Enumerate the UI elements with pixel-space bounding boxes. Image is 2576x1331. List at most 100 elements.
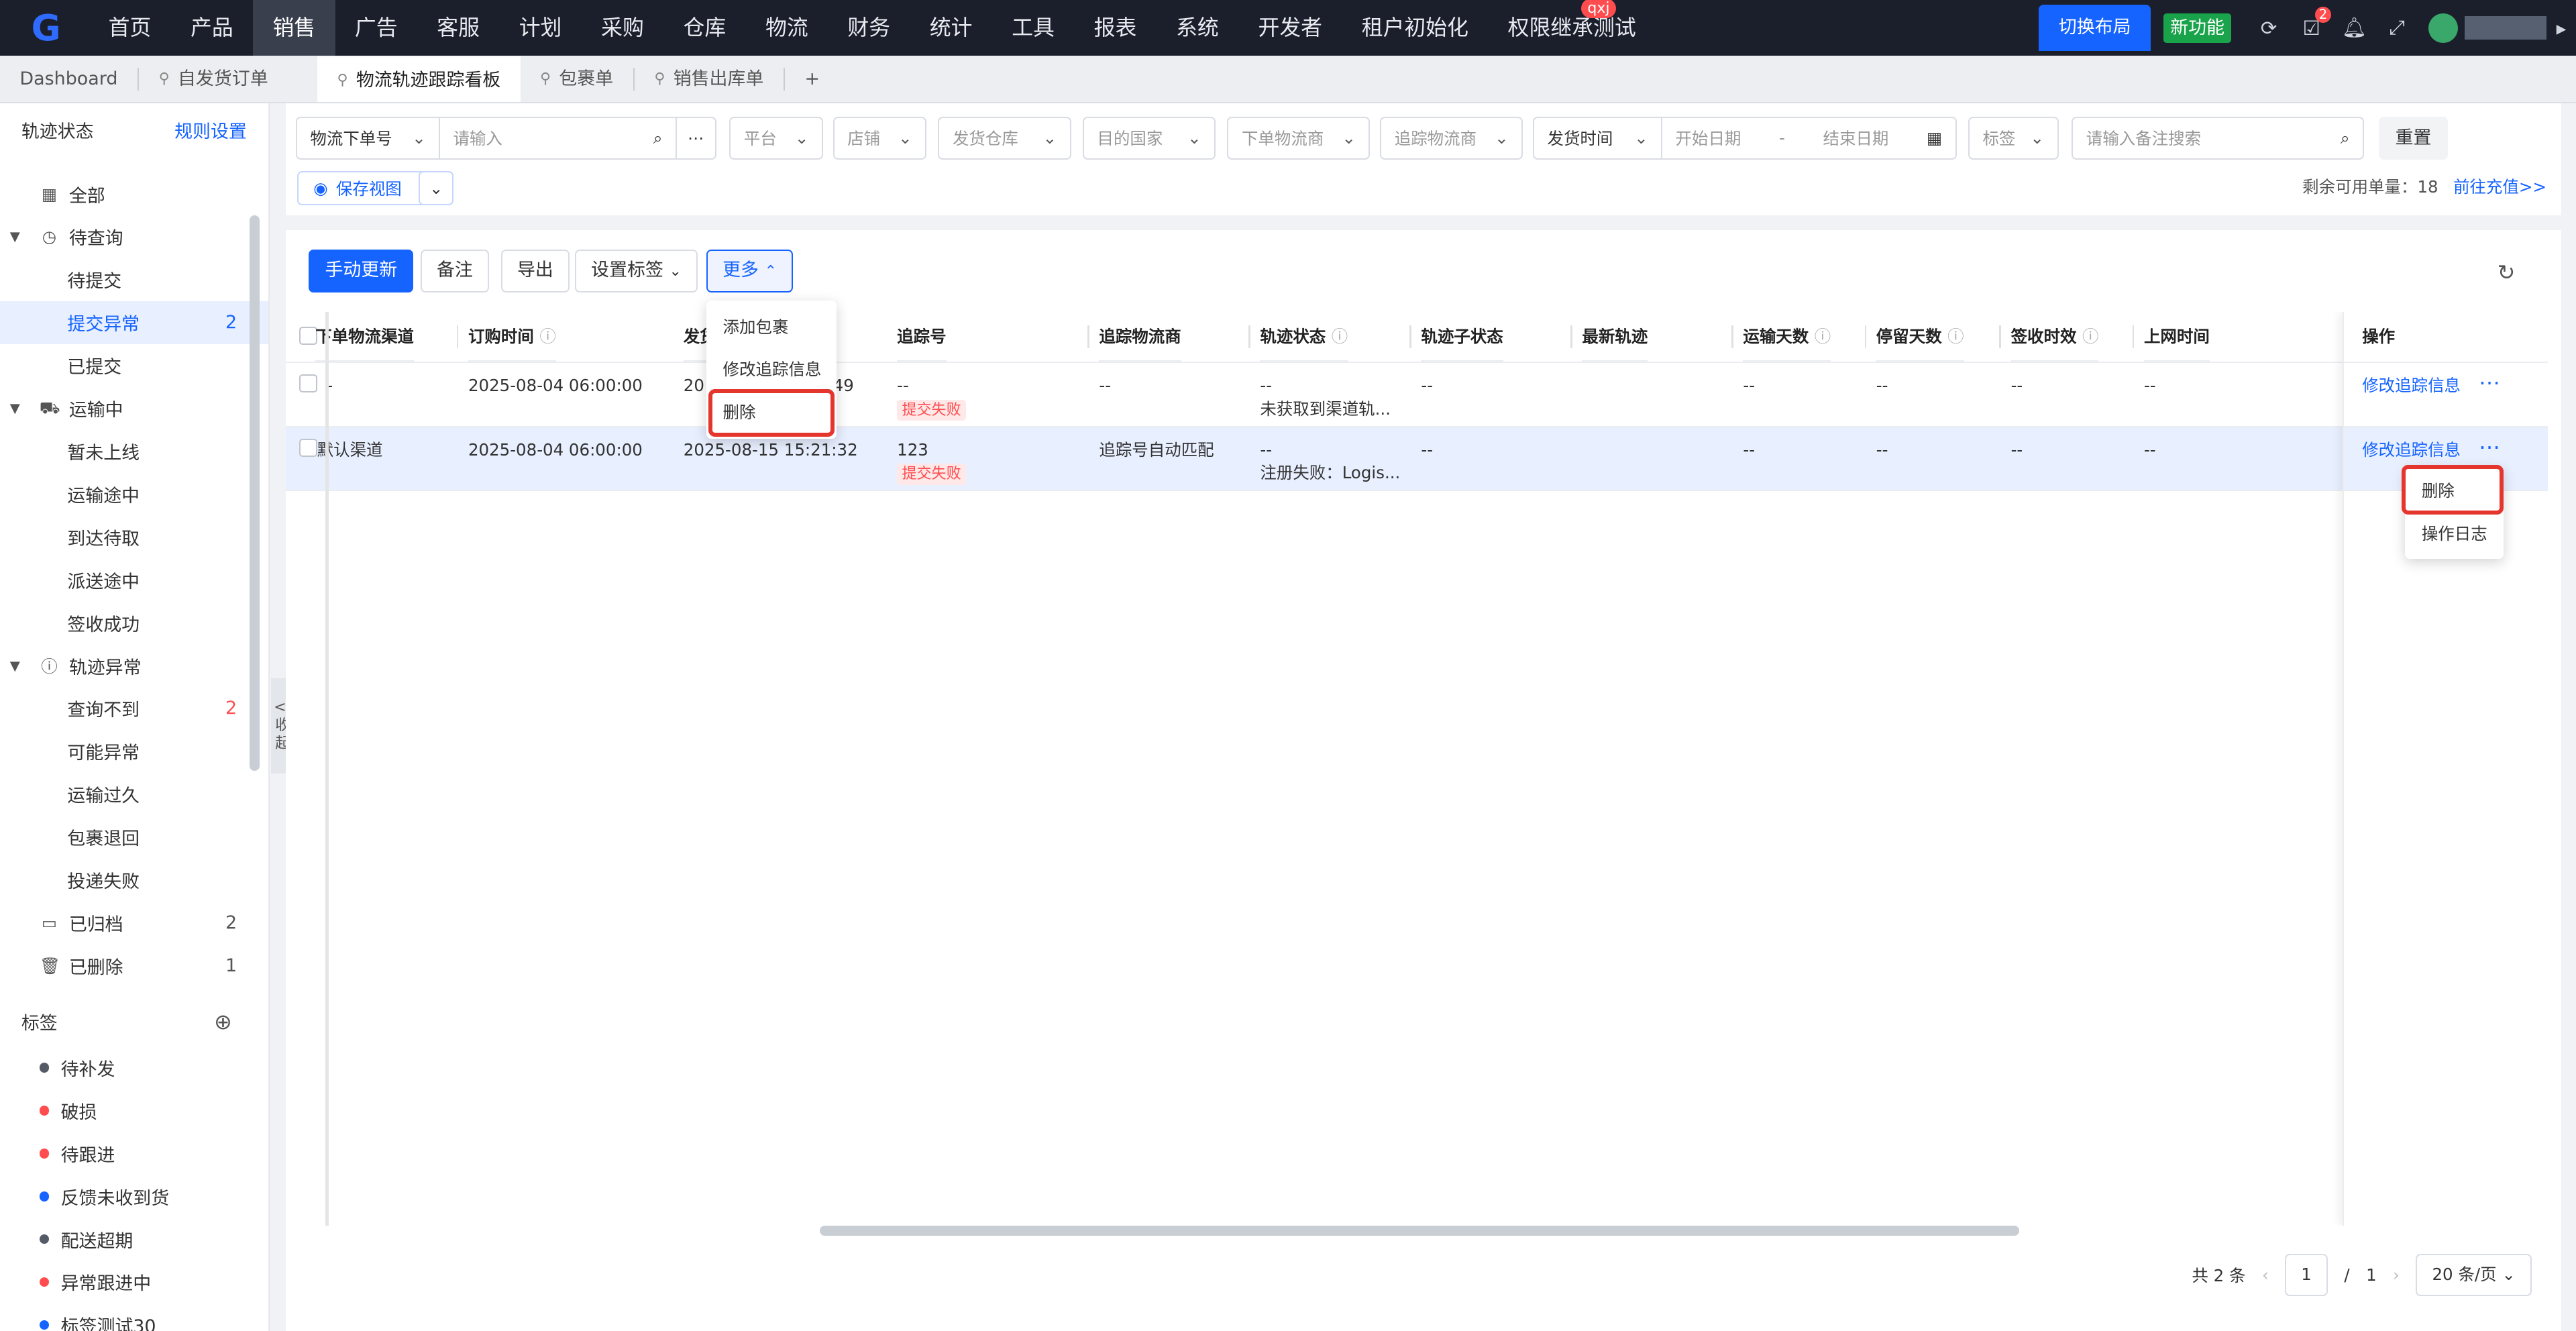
col-status[interactable]: 轨迹状态 ⓘ xyxy=(1260,312,1348,362)
time-type-select[interactable]: 发货时间 ⌄ xyxy=(1532,116,1663,160)
export-button[interactable]: 导出 xyxy=(500,250,570,292)
add-tag-icon[interactable]: ⊕ xyxy=(214,1009,232,1034)
menu-item-edit-tracking[interactable]: 修改追踪信息 xyxy=(706,348,836,391)
tag-item[interactable]: 配送超期 xyxy=(0,1218,268,1261)
nav-menu-item[interactable]: 产品 xyxy=(171,0,253,56)
task-icon[interactable]: ☑ 2 xyxy=(2290,0,2333,56)
sidebar-item[interactable]: 待提交 xyxy=(0,258,268,301)
nav-menu-item[interactable]: 计划 xyxy=(499,0,581,56)
more-actions-icon[interactable]: ⋯ xyxy=(2479,371,2500,394)
nav-menu-item[interactable]: 权限继承测试 qxj xyxy=(1488,0,1656,56)
sidebar-item[interactable]: 派送途中 xyxy=(0,558,268,601)
col-stay-days[interactable]: 停留天数 ⓘ xyxy=(1876,312,1964,362)
tracking-provider-select[interactable]: 追踪物流商 ⌄ xyxy=(1380,116,1523,160)
nav-menu-item[interactable]: 系统 xyxy=(1157,0,1238,56)
edit-tracking-link[interactable]: 修改追踪信息 xyxy=(2362,439,2461,462)
menu-item-add-package[interactable]: 添加包裹 xyxy=(706,306,836,349)
next-page-icon[interactable]: › xyxy=(2393,1265,2400,1285)
col-channel[interactable]: 下单物流渠道 xyxy=(315,312,415,362)
page-input[interactable]: 1 xyxy=(2285,1253,2328,1297)
tab-sales-outbound[interactable]: ⚲ 销售出库单 xyxy=(635,56,784,103)
tag-item[interactable]: 待跟进 xyxy=(0,1132,268,1175)
sidebar-item[interactable]: 签收成功 xyxy=(0,601,268,644)
calendar-icon[interactable]: ▦ xyxy=(1927,128,1942,148)
remark-button[interactable]: 备注 xyxy=(420,250,489,292)
search-icon[interactable]: ⌕ xyxy=(2341,128,2350,148)
sidebar-item[interactable]: 🗑︎ 已删除 1 xyxy=(0,944,268,987)
set-tag-button[interactable]: 设置标签 ⌄ xyxy=(575,250,698,292)
nav-menu-item[interactable]: 采购 xyxy=(582,0,663,56)
tab-tracking-board[interactable]: ⚲ 物流轨迹跟踪看板 xyxy=(317,56,521,103)
nav-menu-item[interactable]: 仓库 xyxy=(663,0,745,56)
new-feature-button[interactable]: 新功能 xyxy=(2163,13,2231,43)
more-actions-icon[interactable]: ⋯ xyxy=(2479,435,2500,458)
nav-menu-item[interactable]: 首页 xyxy=(89,0,170,56)
sidebar-item[interactable]: 提交异常 2 xyxy=(0,301,268,344)
sidebar-item[interactable]: ▼ ⛟ 运输中 xyxy=(0,387,268,430)
sidebar-item[interactable]: 包裹退回 xyxy=(0,816,268,859)
country-select[interactable]: 目的国家 ⌄ xyxy=(1082,116,1216,160)
tag-item[interactable]: 破损 xyxy=(0,1089,268,1132)
nav-menu-item[interactable]: 开发者 xyxy=(1238,0,1342,56)
sidebar-item[interactable]: ▼ ◷ 待查询 xyxy=(0,215,268,258)
remark-search-input[interactable]: 请输入备注搜索 ⌕ xyxy=(2072,116,2365,160)
switch-layout-button[interactable]: 切换布局 xyxy=(2039,5,2151,51)
tab-dashboard[interactable]: Dashboard xyxy=(0,56,138,103)
sync-icon[interactable]: ⟳ xyxy=(2247,0,2290,56)
sidebar-item[interactable]: 到达待取 xyxy=(0,515,268,558)
select-all-checkbox[interactable] xyxy=(299,327,317,345)
tag-item[interactable]: 待补发 xyxy=(0,1047,268,1089)
store-select[interactable]: 店铺 ⌄ xyxy=(833,116,927,160)
sidebar-scrollbar[interactable] xyxy=(250,215,260,771)
recharge-link[interactable]: 前往充值>> xyxy=(2453,177,2546,197)
nav-menu-item[interactable]: 统计 xyxy=(910,0,991,56)
save-view-dropdown[interactable]: ⌄ xyxy=(419,170,453,206)
nav-menu-item[interactable]: 物流 xyxy=(746,0,828,56)
tab-packages[interactable]: ⚲ 包裹单 xyxy=(521,56,633,103)
fullscreen-icon[interactable]: ⤢ xyxy=(2375,0,2418,56)
row-checkbox[interactable] xyxy=(299,438,317,457)
refresh-icon[interactable]: ↻ xyxy=(2498,260,2516,285)
more-options-icon[interactable]: ⋯ xyxy=(675,116,716,160)
nav-menu-item[interactable]: 广告 xyxy=(335,0,417,56)
platform-select[interactable]: 平台 ⌄ xyxy=(729,116,823,160)
page-size-select[interactable]: 20 条/页 ⌄ xyxy=(2416,1253,2532,1297)
row-checkbox[interactable] xyxy=(299,374,317,393)
col-transit-days[interactable]: 运输天数 ⓘ xyxy=(1743,312,1831,362)
col-order-time[interactable]: 订购时间 ⓘ xyxy=(468,312,556,362)
col-tracker[interactable]: 追踪物流商 xyxy=(1099,312,1181,362)
menu-item-operation-log[interactable]: 操作日志 xyxy=(2405,513,2504,555)
nav-menu-item[interactable]: 客服 xyxy=(417,0,499,56)
warehouse-select[interactable]: 发货仓库 ⌄ xyxy=(938,116,1071,160)
tag-item[interactable]: 反馈未收到货 xyxy=(0,1175,268,1218)
nav-menu-item[interactable]: 工具 xyxy=(992,0,1074,56)
sidebar-item[interactable]: ▦ 全部 xyxy=(0,172,268,215)
horizontal-scrollbar[interactable] xyxy=(820,1225,2019,1236)
nav-menu-item[interactable]: 销售 xyxy=(253,0,335,56)
caret-right-icon[interactable]: ▸ xyxy=(2546,0,2576,56)
start-date[interactable]: 开始日期 xyxy=(1676,126,1741,150)
add-tab-button[interactable]: + xyxy=(785,56,839,103)
col-sign-time[interactable]: 签收时效 ⓘ xyxy=(2010,312,2099,362)
edit-tracking-link[interactable]: 修改追踪信息 xyxy=(2362,374,2461,397)
rules-settings-link[interactable]: 规则设置 xyxy=(174,117,247,143)
table-row[interactable]: - 2025-08-04 06:00:00 20 49 -- 提交失败 -- --… xyxy=(286,363,2548,427)
sidebar-item[interactable]: ▭ 已归档 2 xyxy=(0,902,268,945)
bell-icon[interactable]: 🔔︎ xyxy=(2333,0,2376,56)
table-row[interactable]: 默认渠道 2025-08-04 06:00:00 2025-08-15 15:2… xyxy=(286,427,2548,492)
more-button[interactable]: 更多 ⌃ xyxy=(706,250,794,292)
order-type-select[interactable]: 物流下单号 ⌄ xyxy=(295,116,441,160)
manual-update-button[interactable]: 手动更新 xyxy=(309,250,414,292)
search-icon[interactable]: ⌕ xyxy=(653,128,663,148)
prev-page-icon[interactable]: ‹ xyxy=(2262,1265,2269,1285)
caret-down-icon[interactable]: ▼ xyxy=(10,658,20,674)
sidebar-item[interactable]: ▼ ⓘ 轨迹异常 xyxy=(0,644,268,687)
sidebar-item[interactable]: 可能异常 xyxy=(0,730,268,773)
avatar[interactable] xyxy=(2428,13,2458,43)
tag-item[interactable]: 标签测试30 xyxy=(0,1303,268,1331)
date-range-picker[interactable]: 开始日期 - 结束日期 ▦ xyxy=(1660,116,1957,160)
end-date[interactable]: 结束日期 xyxy=(1823,126,1889,150)
sidebar-item[interactable]: 运输过久 xyxy=(0,773,268,816)
sidebar-item[interactable]: 已提交 xyxy=(0,344,268,387)
caret-down-icon[interactable]: ▼ xyxy=(10,229,20,244)
